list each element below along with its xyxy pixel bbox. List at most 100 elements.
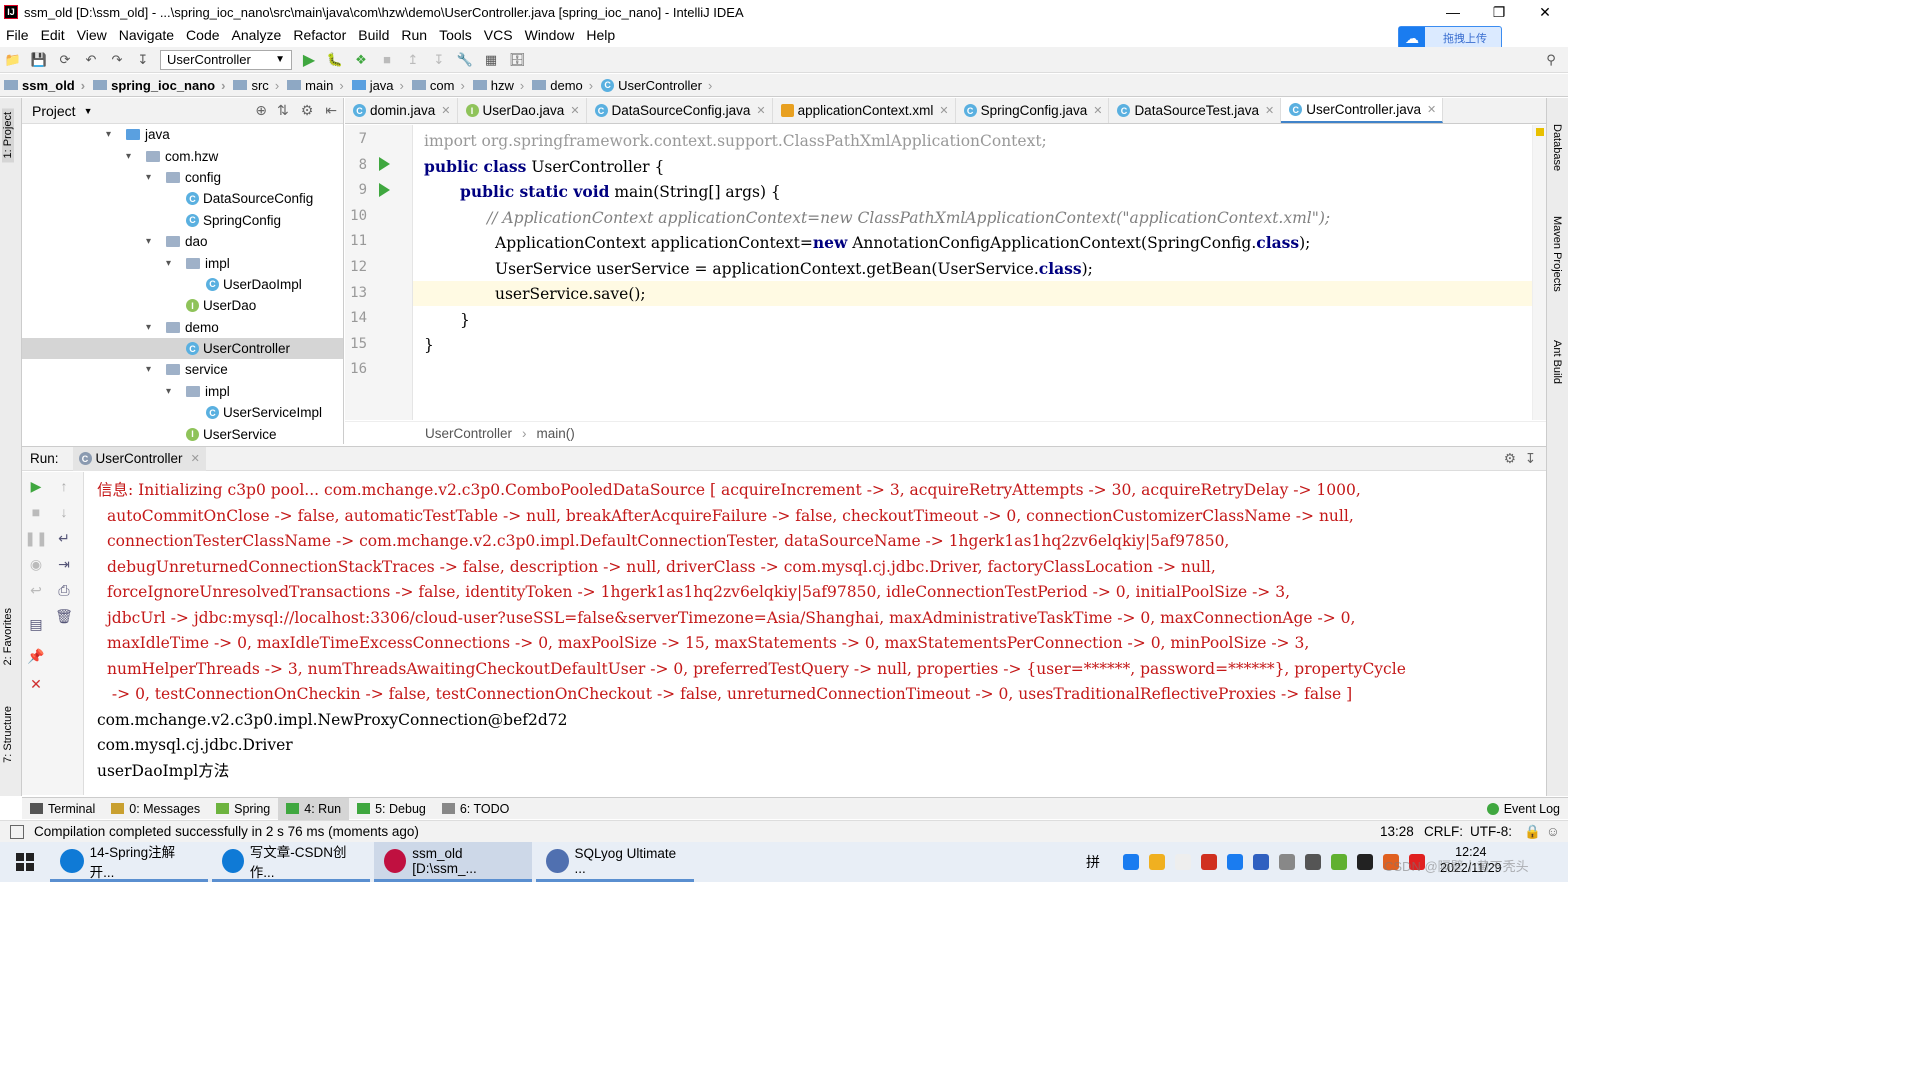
redo-icon[interactable]: ↷ bbox=[106, 49, 128, 71]
editor-tab-applicationcontext-xml[interactable]: applicationContext.xml ✕ bbox=[773, 98, 956, 123]
sync-icon[interactable]: ⟳ bbox=[54, 49, 76, 71]
close-icon[interactable]: ✕ bbox=[939, 104, 948, 117]
tool-tab-structure[interactable]: 7: Structure bbox=[2, 706, 14, 763]
editor-tab-springconfig-java[interactable]: C SpringConfig.java ✕ bbox=[956, 98, 1110, 123]
tool-tab-messages[interactable]: 0: Messages bbox=[103, 798, 208, 820]
crumb-src[interactable]: src › bbox=[229, 78, 283, 93]
editor-tab-datasourcetest-java[interactable]: C DataSourceTest.java ✕ bbox=[1109, 98, 1282, 123]
taskbar-app[interactable]: 14-Spring注解开... bbox=[50, 842, 208, 882]
tool-tab-run[interactable]: 4: Run bbox=[278, 797, 350, 820]
close-icon[interactable]: ✕ bbox=[1093, 104, 1102, 117]
wps-icon[interactable] bbox=[1201, 854, 1217, 870]
menu-code[interactable]: Code bbox=[180, 27, 225, 43]
console-output[interactable]: 信息: Initializing c3p0 pool... com.mchang… bbox=[85, 472, 1533, 795]
tool-tab-maven[interactable]: Maven Projects bbox=[1551, 216, 1563, 292]
caret-position[interactable]: 13:28 bbox=[1380, 824, 1414, 839]
tool-tab-project[interactable]: 1: Project bbox=[2, 108, 14, 163]
close-button[interactable]: ✕ bbox=[1522, 0, 1568, 24]
scroll-down-icon[interactable]: ↓ bbox=[56, 504, 72, 520]
crumb-java[interactable]: java › bbox=[348, 78, 408, 93]
menu-run[interactable]: Run bbox=[395, 27, 433, 43]
status-toggle-icon[interactable] bbox=[10, 824, 24, 839]
crumb-usercontroller[interactable]: C UserController › bbox=[597, 78, 716, 93]
menu-view[interactable]: View bbox=[71, 27, 113, 43]
menu-build[interactable]: Build bbox=[352, 27, 395, 43]
menu-file[interactable]: File bbox=[0, 27, 35, 43]
chevron-down-icon[interactable]: ▼ bbox=[84, 106, 93, 116]
run-class-icon[interactable] bbox=[379, 157, 390, 171]
close-icon[interactable]: ✕ bbox=[191, 452, 200, 465]
download-icon[interactable]: ↧ bbox=[428, 49, 450, 71]
cloud-sync-icon[interactable] bbox=[1279, 854, 1295, 870]
hide-icon[interactable]: ⇤ bbox=[325, 102, 337, 119]
undo-icon[interactable]: ↶ bbox=[80, 49, 102, 71]
chevron-down-icon[interactable]: ▾ bbox=[166, 386, 178, 397]
settings-icon[interactable]: 🔧 bbox=[454, 49, 476, 71]
scroll-up-icon[interactable]: ↑ bbox=[56, 478, 72, 494]
chevron-down-icon[interactable]: ▾ bbox=[146, 236, 158, 247]
ime-indicator[interactable]: 拼 bbox=[1086, 852, 1100, 872]
editor-scrollbar[interactable] bbox=[1532, 125, 1546, 420]
tree-item-springconfig[interactable]: C SpringConfig bbox=[22, 210, 343, 231]
tree-item-config[interactable]: ▾ config bbox=[22, 167, 343, 188]
run-icon[interactable]: ▶ bbox=[298, 49, 320, 71]
build-icon[interactable]: ↧ bbox=[132, 49, 154, 71]
chevron-down-icon[interactable]: ▾ bbox=[106, 129, 118, 140]
run-tab-usercontroller[interactable]: C UserController ✕ bbox=[72, 446, 206, 471]
event-log-tab[interactable]: Event Log bbox=[1479, 798, 1568, 820]
stop-icon[interactable]: ■ bbox=[376, 49, 398, 71]
menu-navigate[interactable]: Navigate bbox=[113, 27, 180, 43]
tool-tab-debug[interactable]: 5: Debug bbox=[349, 798, 434, 820]
tree-item-demo[interactable]: ▾ demo bbox=[22, 317, 343, 338]
lock-icon[interactable]: 🔒 bbox=[1524, 824, 1541, 840]
tool-tab-spring[interactable]: Spring bbox=[208, 798, 278, 820]
close-icon[interactable]: ✕ bbox=[756, 104, 765, 117]
tool-tab-todo[interactable]: 6: TODO bbox=[434, 798, 518, 820]
feishu-icon[interactable] bbox=[1227, 854, 1243, 870]
clipboard-icon[interactable] bbox=[1175, 854, 1191, 870]
wechat-icon[interactable] bbox=[1331, 854, 1347, 870]
tree-item-impl[interactable]: ▾ impl bbox=[22, 252, 343, 273]
tree-item-usercontroller[interactable]: C UserController bbox=[22, 337, 343, 360]
windows-start-icon[interactable] bbox=[0, 842, 50, 882]
run-main-icon[interactable] bbox=[379, 183, 390, 197]
pin-icon[interactable]: 📌 bbox=[27, 648, 44, 664]
rerun-icon[interactable]: ▶ bbox=[28, 478, 44, 494]
project-structure-icon[interactable]: ▦ bbox=[480, 49, 502, 71]
editor-crumb-method[interactable]: main() bbox=[537, 426, 575, 441]
print-icon[interactable]: ⎙ bbox=[56, 582, 72, 598]
tree-item-java[interactable]: ▾ java bbox=[22, 124, 343, 145]
crumb-demo[interactable]: demo › bbox=[528, 78, 597, 93]
pause-icon[interactable]: ❚❚ bbox=[24, 530, 47, 546]
stop-icon[interactable]: ■ bbox=[28, 504, 44, 520]
dump-icon[interactable]: ◉ bbox=[28, 556, 44, 572]
close-icon[interactable]: ✕ bbox=[570, 104, 579, 117]
crumb-com[interactable]: com › bbox=[408, 78, 469, 93]
battery-icon[interactable] bbox=[1357, 854, 1373, 870]
crumb-main[interactable]: main › bbox=[283, 78, 348, 93]
hide-panel-icon[interactable]: ↧ bbox=[1525, 451, 1536, 467]
editor-tab-datasourceconfig-java[interactable]: C DataSourceConfig.java ✕ bbox=[587, 98, 773, 123]
close-icon[interactable]: ✕ bbox=[28, 676, 44, 692]
editor-tab-userdao-java[interactable]: I UserDao.java ✕ bbox=[458, 98, 587, 123]
taskbar-app[interactable]: 写文章-CSDN创作... bbox=[212, 842, 370, 882]
chevron-down-icon[interactable]: ▾ bbox=[146, 172, 158, 183]
coverage-icon[interactable]: ❖ bbox=[350, 49, 372, 71]
menu-help[interactable]: Help bbox=[580, 27, 621, 43]
menu-tools[interactable]: Tools bbox=[433, 27, 478, 43]
chevron-down-icon[interactable]: ▾ bbox=[166, 258, 178, 269]
tree-item-dao[interactable]: ▾ dao bbox=[22, 231, 343, 252]
editor-tab-domin-java[interactable]: Cdomin.java ✕ bbox=[345, 98, 458, 123]
menu-window[interactable]: Window bbox=[519, 27, 581, 43]
tree-item-userserviceimpl[interactable]: C UserServiceImpl bbox=[22, 402, 343, 423]
tool-tab-ant[interactable]: Ant Build bbox=[1551, 340, 1563, 384]
gear-icon[interactable]: ⚙ bbox=[301, 102, 314, 119]
chevron-down-icon[interactable]: ▾ bbox=[146, 364, 158, 375]
taskbar-app[interactable]: SQLyog Ultimate ... bbox=[536, 842, 694, 882]
editor-crumb-class[interactable]: UserController bbox=[425, 426, 512, 441]
chevron-down-icon[interactable]: ▾ bbox=[146, 322, 158, 333]
collapse-icon[interactable]: ⇅ bbox=[277, 102, 289, 119]
crumb-ssm-old[interactable]: ssm_old › bbox=[0, 78, 89, 93]
line-separator[interactable]: CRLF: bbox=[1424, 824, 1463, 839]
soft-wrap-icon[interactable]: ↵ bbox=[56, 530, 72, 546]
